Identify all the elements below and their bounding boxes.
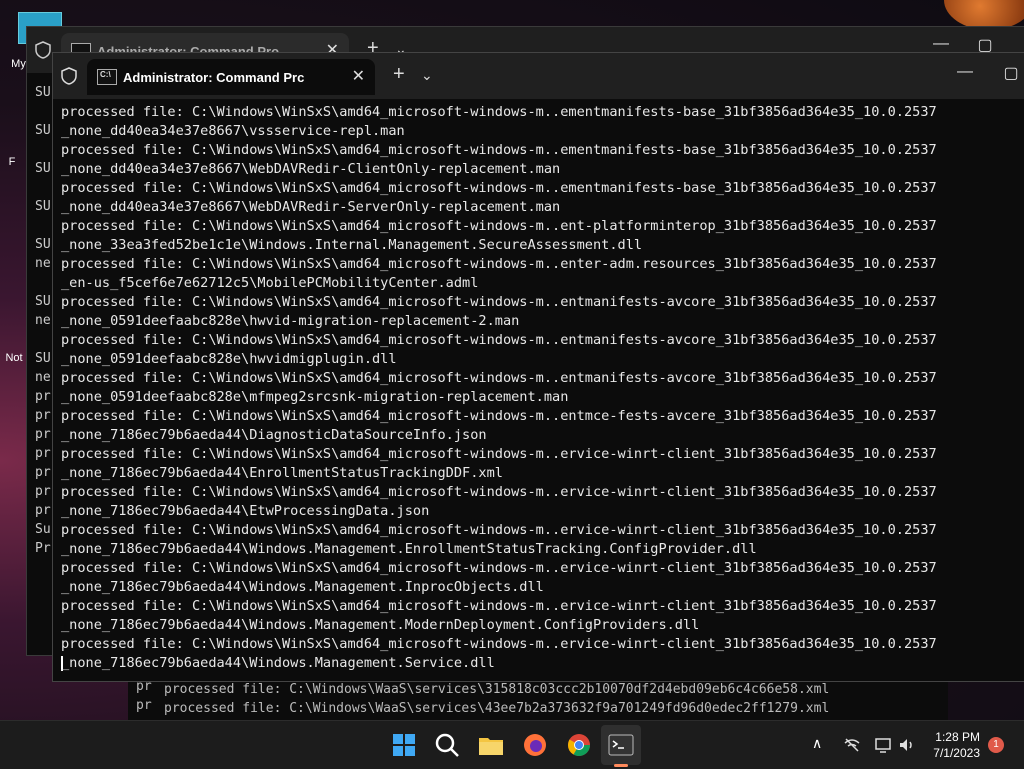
- back-console-line: SU: [35, 237, 51, 252]
- terminal-active-indicator: [614, 764, 628, 767]
- console-line: _none_7186ec79b6aeda44\Windows.Managemen…: [61, 579, 544, 595]
- back-console-line: pr: [35, 389, 51, 404]
- back-console-line: SU: [35, 161, 51, 176]
- back-console-line: Su: [35, 522, 51, 537]
- file-explorer-icon[interactable]: [475, 729, 507, 761]
- back-console-line: pr: [35, 408, 51, 423]
- back-console-line: pr: [35, 446, 51, 461]
- back-console-line: Pr: [35, 541, 51, 556]
- console-line: _none_7186ec79b6aeda44\DiagnosticDataSou…: [61, 427, 487, 443]
- minimize-button[interactable]: —: [945, 63, 985, 81]
- console-line: processed file: C:\Windows\WinSxS\amd64_…: [61, 484, 937, 500]
- console-line: processed file: C:\Windows\WinSxS\amd64_…: [61, 104, 937, 120]
- back-console-line: ne: [35, 370, 51, 385]
- console-line: processed file: C:\Windows\WinSxS\amd64_…: [61, 180, 937, 196]
- titlebar[interactable]: C:\ Administrator: Command Prc ✕ + ⌄ — ▢: [53, 53, 1024, 99]
- back-console-line: [35, 330, 51, 349]
- back-console-line: SU: [35, 351, 51, 366]
- volume-icon[interactable]: [898, 736, 916, 754]
- back-console-line: SU: [35, 85, 51, 100]
- back-console-line: ne: [35, 256, 51, 271]
- terminal-icon[interactable]: [605, 729, 637, 761]
- back-console-line: [35, 216, 51, 235]
- tab-title: Administrator: Command Prc: [123, 70, 305, 85]
- back-console-line: [35, 140, 51, 159]
- console-line: processed file: C:\Windows\WinSxS\amd64_…: [61, 636, 937, 652]
- console-line: _en-us_f5cef6e7e62712c5\MobilePCMobility…: [61, 275, 479, 291]
- back-console-line: ne: [35, 313, 51, 328]
- console-line-text: _none_7186ec79b6aeda44\Windows.Managemen…: [61, 655, 495, 671]
- back-console-line: pr: [35, 465, 51, 480]
- console-line: processed file: C:\Windows\WinSxS\amd64_…: [61, 332, 937, 348]
- console-line: _none_7186ec79b6aeda44\Windows.Managemen…: [61, 541, 757, 557]
- tray-chevron-icon[interactable]: ∧: [812, 735, 822, 752]
- clock-date: 7/1/2023: [933, 746, 980, 760]
- console-line: processed file: C:\Windows\WinSxS\amd64_…: [61, 218, 937, 234]
- prefix-line: pr: [136, 698, 152, 713]
- back-console-line: pr: [35, 484, 51, 499]
- command-prompt-icon: C:\: [97, 69, 117, 85]
- console-line: processed file: C:\Windows\WinSxS\amd64_…: [61, 522, 937, 538]
- display-icon[interactable]: [874, 736, 892, 754]
- back-console-line: SU: [35, 199, 51, 214]
- back-console-line: [35, 273, 51, 292]
- back-console-line: pr: [35, 427, 51, 442]
- console-line: _none_0591deefaabc828e\hwvidmigplugin.dl…: [61, 351, 397, 367]
- console-line: _none_dd40ea34e37e8667\vssservice-repl.m…: [61, 123, 405, 139]
- console-line: processed file: C:\Windows\WinSxS\amd64_…: [61, 370, 937, 386]
- taskbar: ∧ 1:28 PM 7/1/2023 1: [0, 720, 1024, 769]
- start-icon[interactable]: [388, 729, 420, 761]
- back-console-line: SU: [35, 123, 51, 138]
- console-line: processed file: C:\Windows\WinSxS\amd64_…: [61, 560, 937, 576]
- chrome-icon[interactable]: [563, 729, 595, 761]
- desktop-icon-label: Not: [5, 352, 23, 364]
- console-line: _none_dd40ea34e37e8667\WebDAVRedir-Serve…: [61, 199, 561, 215]
- firefox-icon[interactable]: [519, 729, 551, 761]
- clock-time: 1:28 PM: [935, 730, 980, 744]
- background-console-window: pr pr processed file: C:\Windows\WaaS\se…: [128, 675, 948, 725]
- console-line: processed file: C:\Windows\WinSxS\amd64_…: [61, 598, 937, 614]
- console-line: processed file: C:\Windows\WaaS\services…: [164, 701, 830, 716]
- console-output[interactable]: processed file: C:\Windows\WinSxS\amd64_…: [61, 103, 1024, 673]
- console-line: processed file: C:\Windows\WinSxS\amd64_…: [61, 408, 937, 424]
- minimize-button[interactable]: —: [921, 35, 961, 53]
- clock[interactable]: 1:28 PM 7/1/2023: [933, 729, 980, 761]
- back-console-line: SU: [35, 294, 51, 309]
- console-line: _none_7186ec79b6aeda44\Windows.Managemen…: [61, 654, 1024, 673]
- dropdown-button[interactable]: ⌄: [421, 67, 433, 84]
- maximize-button[interactable]: ▢: [991, 63, 1024, 83]
- console-line: _none_0591deefaabc828e\hwvid-migration-r…: [61, 313, 520, 329]
- shield-icon: [35, 41, 51, 59]
- back-console-text: SU SU SU SU SU ne SU ne SU ne pr pr pr pr pr pr pr Su Pr: [35, 83, 51, 558]
- tab-command-prompt[interactable]: C:\ Administrator: Command Prc ✕: [87, 59, 375, 95]
- console-line: processed file: C:\Windows\WinSxS\amd64_…: [61, 446, 937, 462]
- notification-badge[interactable]: 1: [988, 737, 1004, 753]
- console-line: _none_0591deefaabc828e\mfmpeg2srcsnk-mig…: [61, 389, 569, 405]
- back-console-line: pr: [35, 503, 51, 518]
- console-line: _none_7186ec79b6aeda44\EtwProcessingData…: [61, 503, 430, 519]
- console-line: _none_33ea3fed52be1c1e\Windows.Internal.…: [61, 237, 643, 253]
- new-tab-button[interactable]: +: [393, 63, 405, 86]
- network-off-icon[interactable]: [843, 736, 861, 754]
- console-line: processed file: C:\Windows\WaaS\services…: [164, 682, 830, 697]
- console-line: _none_7186ec79b6aeda44\EnrollmentStatusT…: [61, 465, 503, 481]
- console-line: processed file: C:\Windows\WinSxS\amd64_…: [61, 294, 937, 310]
- terminal-window[interactable]: C:\ Administrator: Command Prc ✕ + ⌄ — ▢…: [52, 52, 1024, 682]
- search-icon[interactable]: [431, 729, 463, 761]
- console-line: processed file: C:\Windows\WinSxS\amd64_…: [61, 256, 937, 272]
- desktop-icon-label: F: [8, 156, 16, 168]
- shield-icon: [61, 67, 77, 85]
- back-console-line: [35, 178, 51, 197]
- close-tab-icon[interactable]: ✕: [352, 66, 365, 86]
- console-line: _none_dd40ea34e37e8667\WebDAVRedir-Clien…: [61, 161, 561, 177]
- console-line: _none_7186ec79b6aeda44\Windows.Managemen…: [61, 617, 700, 633]
- back-console-line: [35, 102, 51, 121]
- console-line: processed file: C:\Windows\WinSxS\amd64_…: [61, 142, 937, 158]
